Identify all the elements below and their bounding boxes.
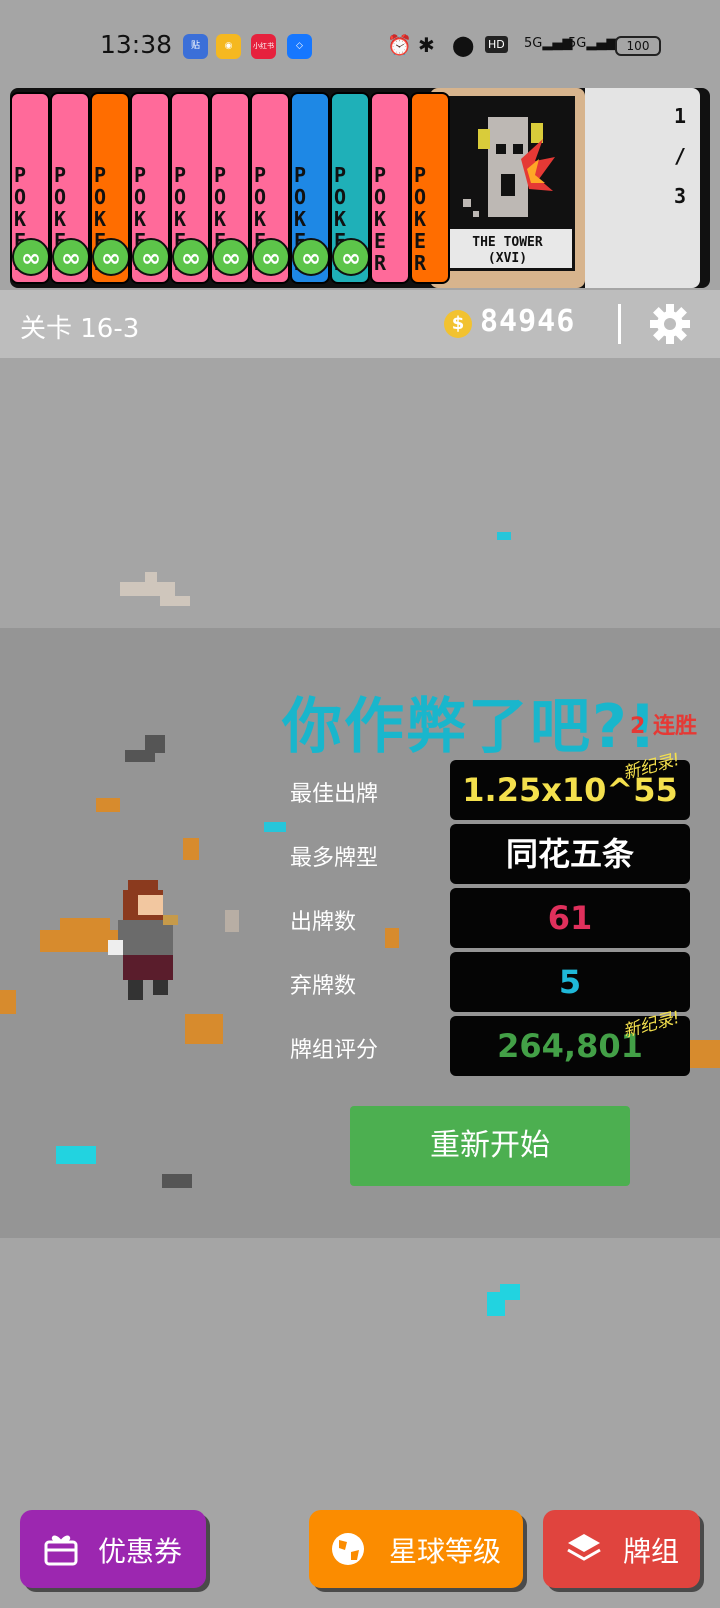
money-counter: 84946 — [480, 304, 576, 339]
joker-card-label: POKER — [374, 163, 387, 275]
joker-card[interactable]: POKER∞ — [50, 92, 90, 284]
stat-label-best-hand: 最佳出牌 — [290, 782, 379, 807]
deck-label: 牌组 — [623, 1535, 680, 1568]
infinity-badge: ∞ — [172, 238, 208, 276]
joker-card[interactable]: POKER∞ — [290, 92, 330, 284]
tarot-count-panel: 1 / 3 — [585, 88, 700, 288]
pixel-debris — [60, 918, 110, 930]
gift-icon — [44, 1535, 78, 1566]
joker-card[interactable]: POKER — [410, 92, 450, 284]
planet-level-label: 星球等级 — [389, 1535, 502, 1568]
xiaohongshu-icon: 小红书 — [251, 34, 276, 59]
coupon-label: 优惠券 — [98, 1535, 183, 1568]
tarot-count-current: 1 — [673, 104, 686, 128]
joker-card[interactable]: POKER — [370, 92, 410, 284]
signal-5g-icon: 5G▂▄▆ — [524, 36, 573, 51]
location-icon: ⬤ — [452, 33, 475, 57]
tarot-count-separator: / — [673, 144, 686, 168]
joker-card[interactable]: POKER∞ — [250, 92, 290, 284]
joker-card[interactable]: POKER∞ — [330, 92, 370, 284]
pixel-debris — [264, 822, 286, 832]
planet-level-button[interactable]: 星球等级 — [309, 1510, 523, 1588]
pixel-debris — [385, 928, 399, 948]
level-indicator: 关卡 16-3 — [20, 314, 140, 344]
pixel-debris — [0, 990, 16, 1014]
divider — [618, 304, 621, 344]
joker-card[interactable]: POKER∞ — [130, 92, 170, 284]
pixel-debris — [497, 532, 511, 540]
hd-badge: HD — [485, 36, 508, 53]
battery-icon: 100 — [615, 36, 661, 56]
level-bar: 关卡 16-3 $ 84946 — [0, 290, 720, 358]
pixel-debris — [185, 1014, 223, 1044]
tarot-card-the-tower[interactable]: THE TOWER (XVI) — [430, 88, 585, 288]
joker-card[interactable]: POKER∞ — [170, 92, 210, 284]
win-streak: 2 连胜 — [630, 714, 697, 739]
hero-character — [108, 880, 178, 1000]
tieba-icon: 贴 — [183, 34, 208, 59]
weibo-icon: ◉ — [216, 34, 241, 59]
signal-5g-icon-2: 5G▂▄▆ — [568, 36, 617, 51]
joker-card-label: POKER — [414, 163, 427, 275]
infinity-badge: ∞ — [212, 238, 248, 276]
tarot-count-max: 3 — [673, 184, 686, 208]
stat-value-most-played: 同花五条 — [450, 824, 690, 884]
stat-label-hands-played: 出牌数 — [290, 910, 357, 935]
deck-button[interactable]: 牌组 — [543, 1510, 700, 1588]
pixel-debris — [96, 798, 120, 812]
pixel-debris — [500, 1284, 520, 1300]
tarot-card-face: THE TOWER (XVI) — [440, 96, 575, 271]
pixel-debris — [145, 572, 157, 582]
pixel-debris — [160, 596, 190, 606]
stat-value-discards: 5 — [450, 952, 690, 1012]
infinity-badge: ∞ — [292, 238, 328, 276]
status-bar: 13:38 贴 ◉ 小红书 ◇ ⏰ ✱ ⬤ HD 5G▂▄▆ 5G▂▄▆ 100 — [0, 0, 720, 78]
stat-label-most-played: 最多牌型 — [290, 846, 379, 871]
infinity-badge: ∞ — [92, 238, 128, 276]
infinity-badge: ∞ — [52, 238, 88, 276]
coupon-button[interactable]: 优惠券 — [20, 1510, 206, 1588]
clock: 13:38 — [100, 30, 173, 59]
restart-button[interactable]: 重新开始 — [350, 1106, 630, 1186]
infinity-badge: ∞ — [252, 238, 288, 276]
infinity-badge: ∞ — [332, 238, 368, 276]
pixel-debris — [145, 735, 165, 753]
bluetooth-icon: ✱ — [418, 33, 435, 57]
pixel-debris — [120, 582, 175, 596]
tower-art-icon — [443, 99, 572, 229]
gear-icon[interactable] — [648, 302, 692, 346]
pixel-debris — [162, 1174, 192, 1188]
joker-card[interactable]: POKER∞ — [10, 92, 50, 284]
globe-icon — [332, 1533, 364, 1565]
stat-label-deck-score: 牌组评分 — [290, 1038, 379, 1063]
stat-value-hands-played: 61 — [450, 888, 690, 948]
alipay-icon: ◇ — [287, 34, 312, 59]
joker-strip[interactable]: POKER∞POKER∞POKER∞POKER∞POKER∞POKER∞POKE… — [10, 88, 710, 288]
pixel-debris — [56, 1146, 96, 1164]
result-headline: 你作弊了吧?! — [282, 692, 659, 762]
infinity-badge: ∞ — [12, 238, 48, 276]
layers-icon — [567, 1534, 601, 1561]
pixel-debris — [690, 1040, 720, 1068]
stat-label-discards: 弃牌数 — [290, 974, 357, 999]
alarm-icon: ⏰ — [387, 33, 412, 57]
coin-icon: $ — [444, 310, 472, 338]
joker-card[interactable]: POKER∞ — [90, 92, 130, 284]
joker-card[interactable]: POKER∞ — [210, 92, 250, 284]
tarot-title: THE TOWER (XVI) — [472, 235, 543, 266]
pixel-debris — [183, 838, 199, 860]
pixel-debris — [225, 910, 239, 932]
infinity-badge: ∞ — [132, 238, 168, 276]
